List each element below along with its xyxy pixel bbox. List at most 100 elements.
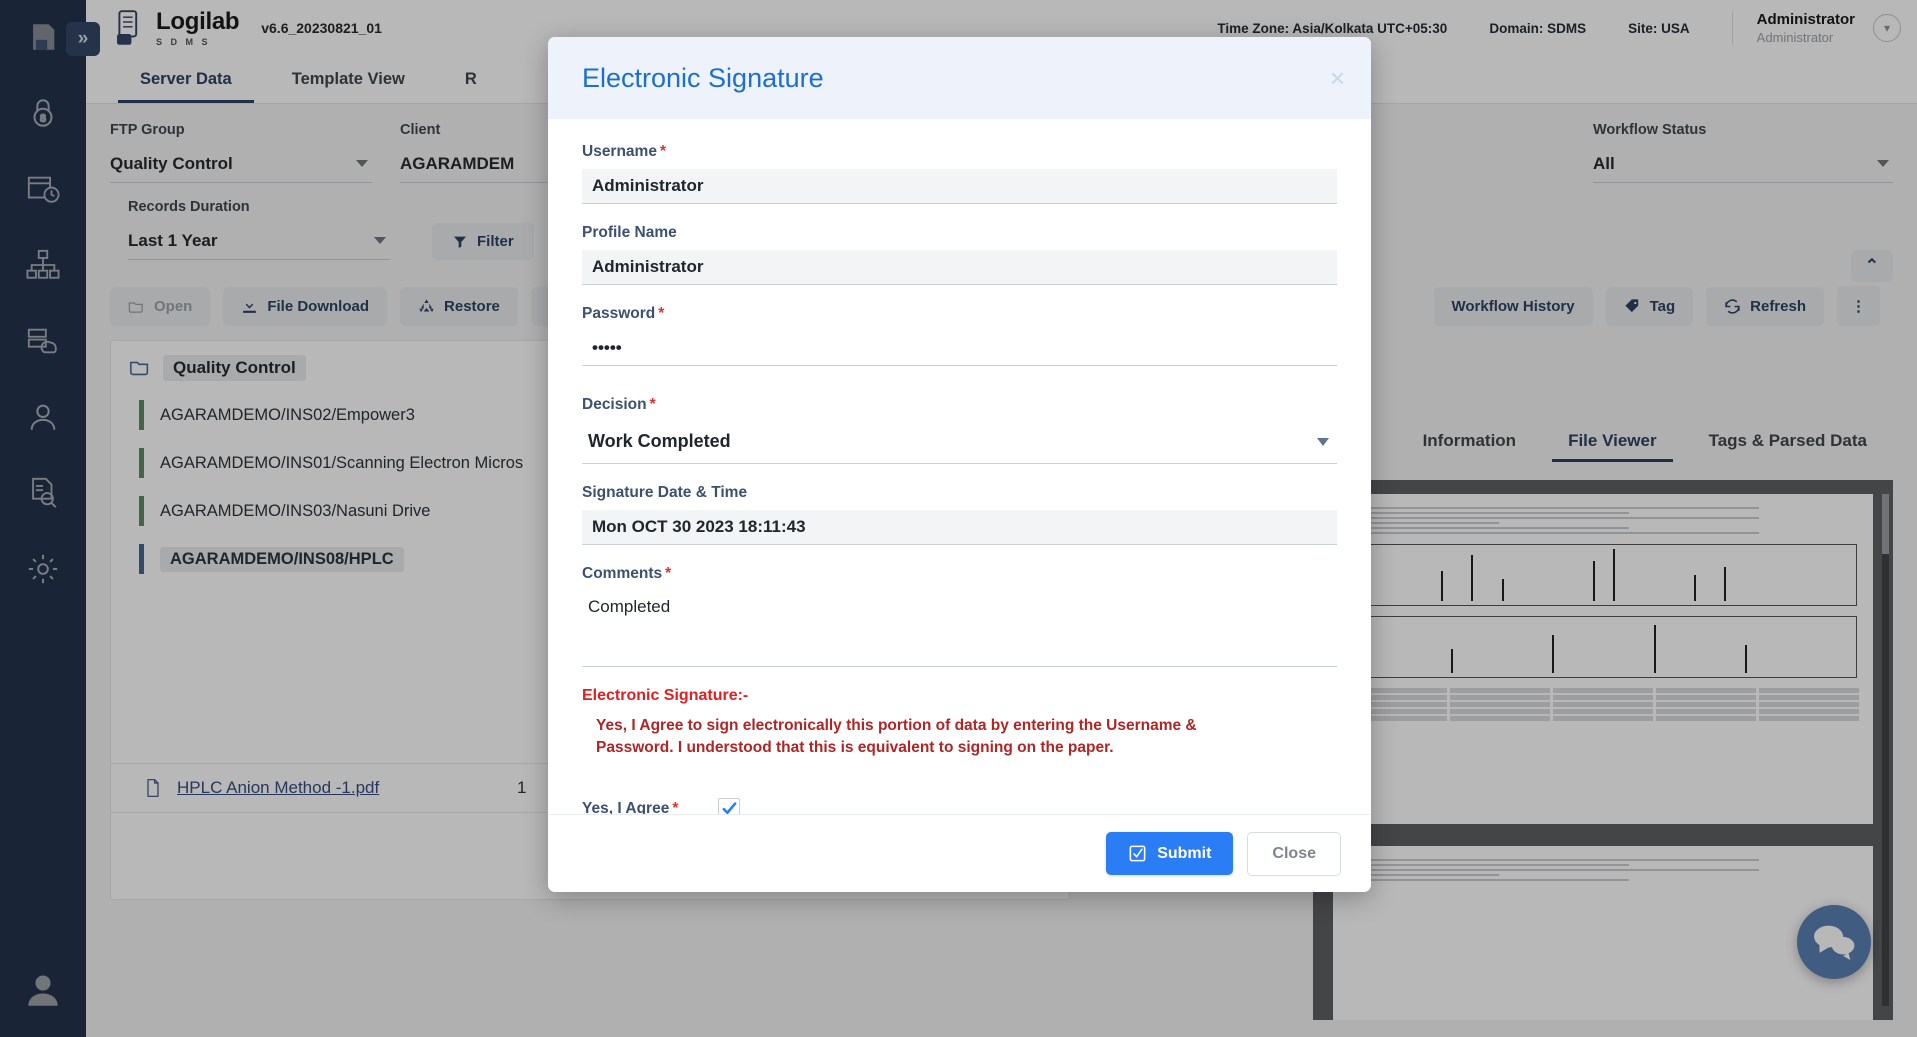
refresh-button[interactable]: Refresh: [1706, 286, 1824, 326]
check-icon: [722, 802, 737, 814]
logo-title: Logilab: [156, 7, 240, 35]
site-value: USA: [1661, 20, 1690, 36]
tree-root-label: Quality Control: [163, 355, 306, 381]
tag-button[interactable]: Tag: [1605, 286, 1694, 326]
tab-reports[interactable]: R: [435, 56, 507, 103]
workflow-status-select[interactable]: All: [1593, 150, 1893, 183]
ftp-group-select[interactable]: Quality Control: [110, 150, 372, 183]
username-input[interactable]: Administrator: [582, 169, 1337, 204]
signature-datetime-label: Signature Date & Time: [582, 484, 748, 501]
pdf-scrollbar[interactable]: [1882, 494, 1889, 1006]
status-bar: [139, 448, 144, 478]
tab-file-viewer[interactable]: File Viewer: [1542, 420, 1683, 462]
profile-name-field-group: Profile Name Administrator: [582, 224, 1337, 285]
tab-information[interactable]: Information: [1397, 420, 1543, 462]
filter-button[interactable]: Filter: [432, 223, 534, 260]
tab-tags-parsed-data[interactable]: Tags & Parsed Data: [1683, 420, 1893, 462]
required-marker: *: [658, 305, 665, 322]
tab-template-view[interactable]: Template View: [262, 56, 435, 103]
signature-datetime-field-group: Signature Date & Time Mon OCT 30 2023 18…: [582, 484, 1337, 545]
notebook-icon[interactable]: [20, 14, 66, 60]
submit-button[interactable]: Submit: [1106, 832, 1234, 875]
recycle-icon: [419, 298, 434, 312]
filter-icon: [454, 236, 466, 248]
restore-button[interactable]: Restore: [400, 286, 518, 326]
cancel-button[interactable]: Close: [1247, 831, 1341, 876]
signature-heading: Electronic Signature:-: [582, 687, 749, 704]
user-role: Administrator: [1756, 30, 1834, 45]
close-icon[interactable]: ×: [1330, 65, 1345, 91]
username-label-text: Username: [582, 143, 657, 160]
file-download-button[interactable]: File Download: [223, 286, 388, 326]
decision-select[interactable]: Work Completed: [582, 422, 1337, 464]
workflow-status-label: Workflow Status: [1593, 122, 1707, 138]
required-marker: *: [649, 396, 656, 413]
checkbox-check-icon: [1129, 845, 1146, 862]
logo-subtitle: S D M S: [156, 36, 211, 47]
refresh-button-label: Refresh: [1750, 297, 1806, 315]
comments-textarea[interactable]: Completed: [582, 591, 1337, 667]
viewer-tabs: Information File Viewer Tags & Parsed Da…: [1397, 420, 1893, 462]
more-options-button[interactable]: ⋮: [1837, 286, 1880, 326]
password-input[interactable]: •••••: [582, 331, 1337, 366]
client-value: AGARAMDEM: [400, 154, 515, 173]
file-download-button-label: File Download: [267, 297, 370, 315]
records-duration-select[interactable]: Last 1 Year: [128, 227, 390, 260]
lock-icon[interactable]: 8: [20, 90, 66, 136]
timezone-label: Time Zone:: [1217, 20, 1290, 36]
timezone-value: Asia/Kolkata UTC+05:30: [1292, 20, 1448, 36]
ftp-group-value: Quality Control: [110, 154, 233, 173]
user-icon[interactable]: [20, 394, 66, 440]
domain-value: SDMS: [1547, 20, 1587, 36]
sidebar-rail: 8: [0, 0, 86, 1037]
agree-label: Yes, I Agree *: [582, 800, 678, 814]
chromatogram-chart: [1349, 544, 1857, 606]
records-duration-filter: Records Duration Last 1 Year: [128, 199, 390, 260]
gear-icon[interactable]: [20, 546, 66, 592]
chat-support-button[interactable]: [1797, 905, 1871, 979]
calendar-clock-icon[interactable]: [20, 166, 66, 212]
tree-item-label: AGARAMDEMO/INS01/Scanning Electron Micro…: [160, 453, 524, 472]
records-duration-label: Records Duration: [128, 199, 250, 215]
user-avatar-icon[interactable]: [0, 969, 86, 1011]
chevron-down-icon[interactable]: ▾: [1873, 14, 1901, 42]
comments-label: Comments *: [582, 565, 1337, 583]
password-field-group: Password * •••••: [582, 305, 1337, 366]
tree-item-label: AGARAMDEMO/INS08/HPLC: [160, 546, 404, 572]
agree-checkbox[interactable]: [718, 797, 741, 814]
dialog-body: Username * Administrator Profile Name Adm…: [548, 119, 1371, 814]
pdf-data-table: [1347, 688, 1859, 721]
submit-button-label: Submit: [1157, 844, 1212, 862]
open-button[interactable]: Open: [110, 286, 211, 326]
app-version: v6.6_20230821_01: [261, 20, 382, 36]
sidebar-toggle-button[interactable]: »: [66, 22, 100, 56]
workflow-history-button[interactable]: Workflow History: [1433, 286, 1593, 326]
domain-info: Domain: SDMS: [1489, 21, 1586, 36]
username-field-group: Username * Administrator: [582, 143, 1337, 204]
profile-name-input[interactable]: Administrator: [582, 250, 1337, 285]
records-duration-value: Last 1 Year: [128, 231, 218, 250]
server-cloud-icon[interactable]: [20, 318, 66, 364]
tree-item-label: AGARAMDEMO/INS03/Nasuni Drive: [160, 501, 431, 520]
pdf-page: [1333, 846, 1873, 1020]
chevron-down-icon: [1877, 160, 1889, 167]
site-info: Site: USA: [1628, 21, 1690, 36]
download-icon: [243, 299, 257, 313]
chevron-down-icon: [374, 237, 386, 244]
tab-server-data[interactable]: Server Data: [110, 56, 262, 103]
pdf-scrollbar-thumb[interactable]: [1882, 494, 1889, 554]
decision-label-text: Decision: [582, 396, 647, 413]
file-name-link[interactable]: HPLC Anion Method -1.pdf: [177, 778, 517, 798]
decision-field-group: Decision * Work Completed: [582, 396, 1337, 464]
svg-text:8: 8: [40, 114, 46, 125]
collapse-filters-button[interactable]: ⌃: [1850, 250, 1893, 282]
hierarchy-icon[interactable]: [20, 242, 66, 288]
electronic-signature-dialog: Electronic Signature × Username * Adminis…: [548, 37, 1371, 892]
document-search-icon[interactable]: [20, 470, 66, 516]
filter-button-label: Filter: [477, 233, 514, 250]
required-marker: *: [665, 565, 672, 582]
app-root: 8 » Logilab S D M S v6.6_20230821_01 Tim…: [0, 0, 1917, 1037]
folder-open-icon: [130, 361, 149, 376]
signature-datetime-value: Mon OCT 30 2023 18:11:43: [582, 510, 1337, 545]
user-menu[interactable]: Administrator Administrator ▾: [1731, 11, 1917, 45]
